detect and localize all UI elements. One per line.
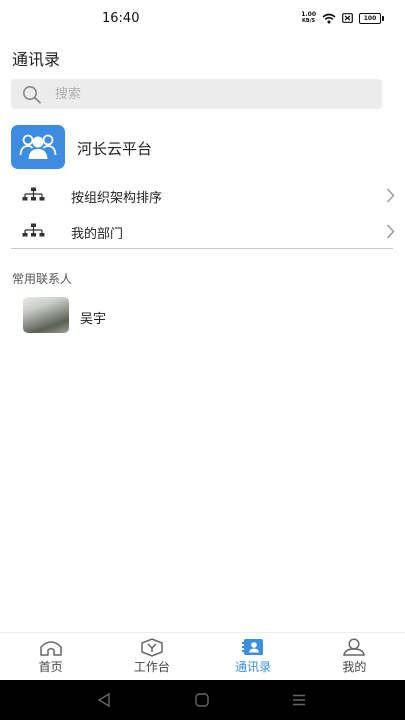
tab-mine[interactable]: 我的 [304, 633, 405, 681]
system-nav-bar [0, 680, 405, 720]
wifi-icon [322, 13, 336, 23]
tab-contacts-label: 通讯录 [235, 660, 272, 674]
group-icon [19, 134, 57, 159]
home-icon [39, 641, 62, 656]
tab-workbench-label: 工作台 [133, 660, 170, 674]
battery-icon: 100 [359, 12, 384, 24]
contact-item[interactable]: 吴宇 [23, 297, 383, 335]
my-department-item[interactable]: 我的部门 [0, 213, 405, 249]
tab-workbench[interactable]: 工作台 [101, 633, 202, 681]
sim-card-icon [342, 13, 353, 23]
user-icon [343, 638, 366, 656]
organization-logo [11, 125, 65, 169]
menu-icon[interactable] [291, 692, 307, 708]
back-icon[interactable] [97, 692, 111, 708]
org-tree-icon [22, 187, 45, 201]
section-divider [11, 248, 393, 249]
page-title: 通讯录 [12, 50, 61, 69]
org-structure-sort-label: 按组织架构排序 [71, 191, 163, 206]
contact-avatar [23, 297, 69, 333]
contacts-icon [242, 639, 264, 655]
network-speed: 1.00 KB/S [301, 12, 316, 25]
tab-contacts[interactable]: 通讯录 [203, 633, 304, 681]
organization-name: 河长云平台 [77, 140, 153, 158]
tab-mine-label: 我的 [342, 660, 367, 674]
search-bar[interactable] [11, 79, 382, 109]
status-icons: 1.00 KB/S 100 [301, 12, 384, 25]
network-speed-unit: KB/S [302, 18, 316, 24]
contact-name: 吴宇 [80, 312, 107, 327]
status-bar: 16:40 1.00 KB/S 100 [0, 0, 405, 38]
my-department-label: 我的部门 [71, 227, 124, 242]
search-input[interactable] [55, 84, 355, 104]
workbench-icon [141, 638, 163, 657]
organization-row[interactable]: 河长云平台 [11, 125, 395, 170]
search-icon [23, 86, 41, 104]
tab-home-label: 首页 [38, 660, 63, 674]
home-circle-icon[interactable] [194, 692, 210, 708]
chevron-right-icon [386, 188, 395, 203]
tab-home[interactable]: 首页 [0, 633, 101, 681]
org-tree-icon [22, 223, 45, 237]
org-structure-sort-item[interactable]: 按组织架构排序 [0, 177, 405, 213]
status-time: 16:40 [102, 11, 140, 26]
frequent-contacts-title: 常用联系人 [12, 272, 73, 286]
chevron-right-icon [386, 224, 395, 239]
bottom-tab-bar: 首页 工作台 通讯录 我的 [0, 632, 405, 681]
